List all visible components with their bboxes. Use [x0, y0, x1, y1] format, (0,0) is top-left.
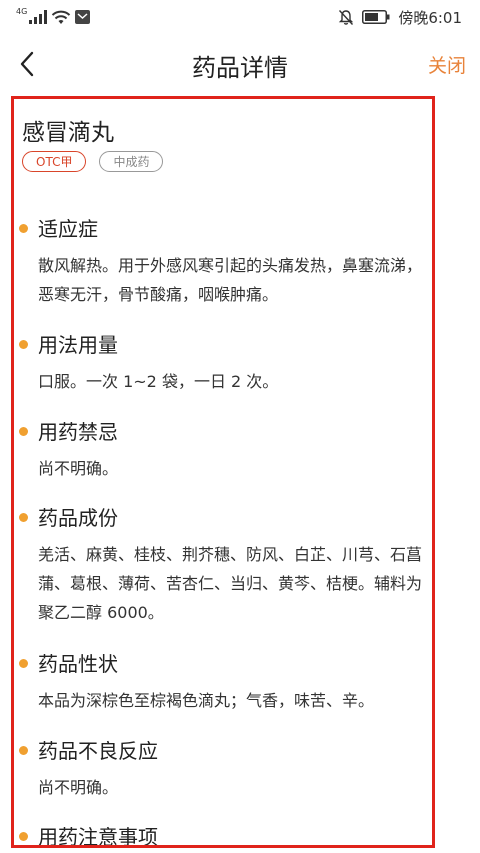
- drug-detail-panel: 感冒滴丸 OTC甲 中成药 适应症 散风解热。用于外感风寒引起的头痛发热，鼻塞流…: [11, 96, 435, 848]
- section-body: 羌活、麻黄、桂枝、荆芥穗、防风、白芷、川芎、石菖蒲、葛根、薄荷、苦杏仁、当归、黄…: [38, 545, 423, 622]
- page-title: 药品详情: [192, 54, 288, 82]
- section-header: 适应症: [14, 215, 432, 245]
- status-bar: 4G 傍晚6:01: [0, 0, 480, 34]
- network-type: 4G: [16, 6, 28, 16]
- section-body: 散风解热。用于外感风寒引起的头痛发热，鼻塞流涕，恶寒无汗，骨节酸痛，咽喉肿痛。: [38, 256, 423, 304]
- status-right: 傍晚6:01: [338, 6, 462, 28]
- section-body: 本品为深棕色至棕褐色滴丸；气香，味苦、辛。: [38, 691, 375, 710]
- notification-app-icon: [75, 10, 91, 24]
- section-title: 药品不良反应: [38, 739, 158, 763]
- bullet-dot: [19, 513, 28, 522]
- section-header: 用药注意事项: [14, 823, 432, 848]
- medicine-type-tag: 中成药: [99, 151, 164, 172]
- section-title: 用药禁忌: [38, 420, 118, 444]
- section-title: 药品性状: [38, 652, 118, 676]
- close-button[interactable]: 关闭: [428, 51, 466, 78]
- bullet-dot: [19, 832, 28, 841]
- section-body: 尚不明确。: [38, 459, 119, 478]
- section-body: 尚不明确。: [38, 778, 119, 797]
- back-button[interactable]: [12, 44, 48, 84]
- section-description: 药品性状 本品为深棕色至棕褐色滴丸；气香，味苦、辛。: [14, 650, 432, 715]
- bullet-dot: [19, 659, 28, 668]
- bullet-dot: [19, 340, 28, 349]
- chevron-left-icon: [20, 51, 34, 77]
- section-contraindications: 用药禁忌 尚不明确。: [14, 418, 432, 483]
- clock: 傍晚6:01: [398, 8, 462, 27]
- drug-tags: OTC甲 中成药: [22, 151, 164, 172]
- section-adverse-reactions: 药品不良反应 尚不明确。: [14, 737, 432, 802]
- section-dosage: 用法用量 口服。一次 1~2 袋，一日 2 次。: [14, 331, 432, 396]
- section-header: 药品性状: [14, 650, 432, 680]
- section-header: 用药禁忌: [14, 418, 432, 448]
- nav-bar: 药品详情 关闭: [0, 34, 480, 96]
- status-left: 4G: [16, 6, 91, 28]
- section-header: 药品成份: [14, 504, 432, 534]
- section-ingredients: 药品成份 羌活、麻黄、桂枝、荆芥穗、防风、白芷、川芎、石菖蒲、葛根、薄荷、苦杏仁…: [14, 504, 432, 627]
- drug-name: 感冒滴丸: [22, 120, 114, 146]
- bullet-dot: [19, 746, 28, 755]
- section-header: 药品不良反应: [14, 737, 432, 767]
- section-title: 药品成份: [38, 506, 118, 530]
- battery-icon: [362, 10, 390, 24]
- section-body: 口服。一次 1~2 袋，一日 2 次。: [38, 372, 279, 391]
- wifi-icon: [52, 10, 71, 24]
- signal-icon: [29, 10, 48, 24]
- section-indications: 适应症 散风解热。用于外感风寒引起的头痛发热，鼻塞流涕，恶寒无汗，骨节酸痛，咽喉…: [14, 215, 432, 309]
- section-title: 适应症: [38, 217, 98, 241]
- otc-tag: OTC甲: [22, 151, 87, 172]
- section-title: 用法用量: [38, 333, 118, 357]
- mute-bell-icon: [339, 9, 354, 25]
- section-header: 用法用量: [14, 331, 432, 361]
- bullet-dot: [19, 224, 28, 233]
- bullet-dot: [19, 427, 28, 436]
- section-title: 用药注意事项: [38, 825, 158, 848]
- section-precautions: 用药注意事项: [14, 823, 432, 848]
